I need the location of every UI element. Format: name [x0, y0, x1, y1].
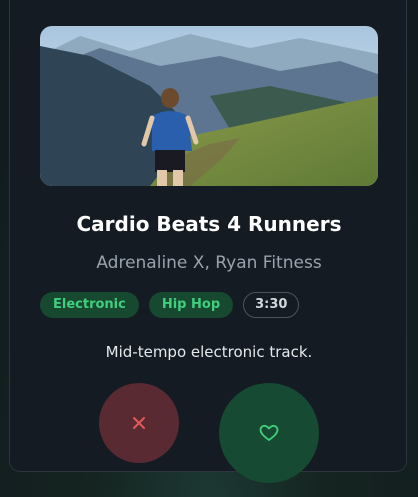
genre-tag: Hip Hop [148, 292, 234, 318]
genre-tag: Electronic [40, 292, 139, 318]
track-title: Cardio Beats 4 Runners [76, 212, 342, 236]
duration-badge: 3:30 [243, 292, 300, 318]
like-button[interactable] [219, 383, 319, 483]
x-icon [133, 417, 145, 429]
track-description: Mid-tempo electronic track. [105, 343, 313, 361]
heart-icon [259, 424, 279, 441]
album-cover-image [40, 26, 378, 186]
dislike-button[interactable] [99, 383, 179, 463]
track-artist: Adrenaline X, Ryan Fitness [96, 253, 322, 273]
tag-list: Electronic Hip Hop 3:30 [40, 292, 300, 318]
